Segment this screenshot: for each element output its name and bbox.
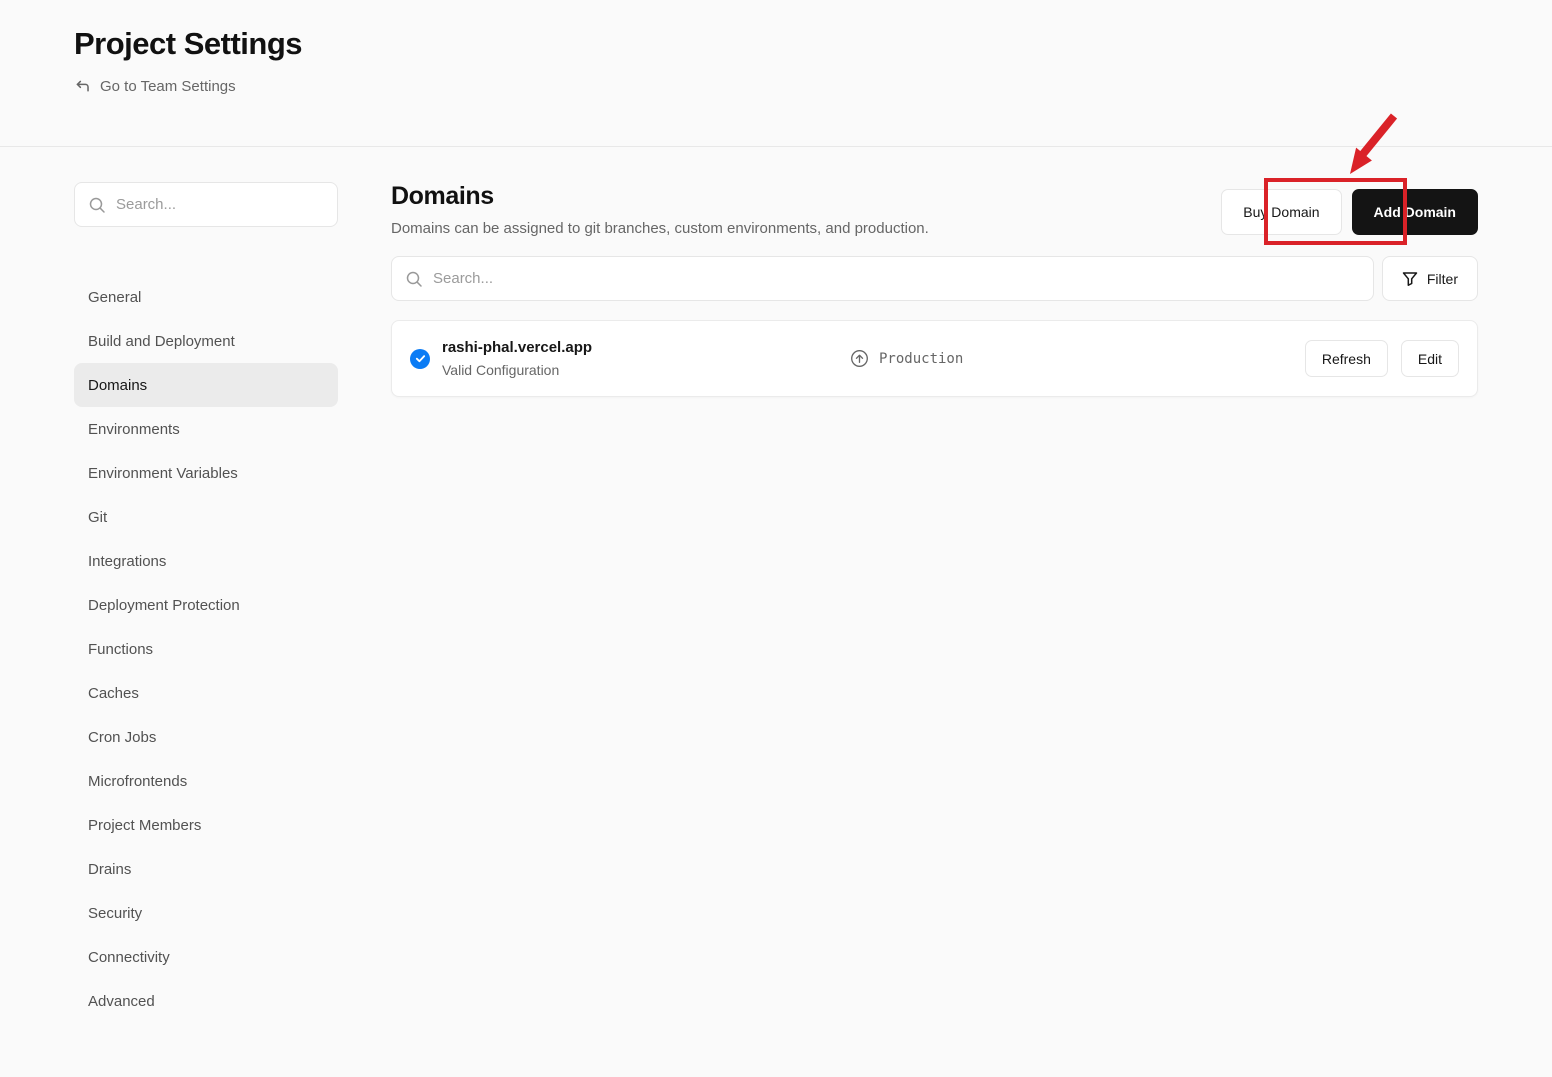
sidebar-item-domains[interactable]: Domains (74, 363, 338, 407)
sidebar-item-project-members[interactable]: Project Members (74, 803, 338, 847)
sidebar-item-integrations[interactable]: Integrations (74, 539, 338, 583)
funnel-icon (1402, 271, 1418, 287)
page-header: Project Settings Go to Team Settings (0, 0, 1552, 147)
domains-section: Domains Domains can be assigned to git b… (391, 182, 1478, 1023)
domain-row-actions: Refresh Edit (1304, 340, 1459, 377)
corner-up-left-icon (74, 78, 91, 95)
sidebar-item-caches[interactable]: Caches (74, 671, 338, 715)
domains-header-actions: Buy Domain Add Domain (1221, 189, 1478, 235)
domains-toolbar: Filter (391, 256, 1478, 301)
sidebar-item-microfrontends[interactable]: Microfrontends (74, 759, 338, 803)
sidebar-item-git[interactable]: Git (74, 495, 338, 539)
add-domain-button[interactable]: Add Domain (1351, 189, 1478, 235)
search-icon (405, 270, 423, 288)
arrow-up-circle-icon (850, 349, 869, 368)
sidebar-item-environments[interactable]: Environments (74, 407, 338, 451)
domains-header: Domains Domains can be assigned to git b… (391, 182, 1478, 237)
environment-label: Production (879, 350, 964, 367)
sidebar-item-connectivity[interactable]: Connectivity (74, 935, 338, 979)
settings-sidebar: General Build and Deployment Domains Env… (74, 182, 338, 1023)
sidebar-search-input[interactable] (116, 196, 324, 213)
domain-row: rashi-phal.vercel.app Valid Configuratio… (392, 321, 1477, 396)
sidebar-item-cron-jobs[interactable]: Cron Jobs (74, 715, 338, 759)
go-to-team-settings-link[interactable]: Go to Team Settings (74, 78, 236, 95)
sidebar-item-general[interactable]: General (74, 275, 338, 319)
edit-button[interactable]: Edit (1400, 340, 1459, 377)
buy-domain-button[interactable]: Buy Domain (1221, 189, 1342, 235)
domain-status: Valid Configuration (442, 362, 560, 378)
sidebar-item-drains[interactable]: Drains (74, 847, 338, 891)
page-title: Project Settings (74, 26, 303, 61)
sidebar-item-environment-variables[interactable]: Environment Variables (74, 451, 338, 495)
environment-badge: Production (850, 349, 963, 368)
section-title: Domains (391, 182, 494, 210)
domains-search[interactable] (391, 256, 1374, 301)
sidebar-item-functions[interactable]: Functions (74, 627, 338, 671)
sidebar-nav: General Build and Deployment Domains Env… (74, 275, 338, 1023)
filter-button-label: Filter (1426, 270, 1458, 287)
sidebar-item-deployment-protection[interactable]: Deployment Protection (74, 583, 338, 627)
sidebar-item-build-and-deployment[interactable]: Build and Deployment (74, 319, 338, 363)
domain-info: rashi-phal.vercel.app Valid Configuratio… (442, 339, 850, 378)
domain-name[interactable]: rashi-phal.vercel.app (442, 339, 850, 356)
domain-card: rashi-phal.vercel.app Valid Configuratio… (391, 320, 1478, 397)
sidebar-search[interactable] (74, 182, 338, 227)
page-body: General Build and Deployment Domains Env… (0, 147, 1552, 1023)
valid-check-icon (410, 348, 430, 369)
domains-search-input[interactable] (433, 270, 1360, 287)
sidebar-item-advanced[interactable]: Advanced (74, 979, 338, 1023)
back-link-label: Go to Team Settings (100, 78, 236, 95)
filter-button[interactable]: Filter (1381, 256, 1478, 301)
sidebar-item-security[interactable]: Security (74, 891, 338, 935)
section-description: Domains can be assigned to git branches,… (391, 220, 929, 237)
search-icon (88, 196, 106, 214)
domains-titles: Domains Domains can be assigned to git b… (391, 182, 929, 237)
refresh-button[interactable]: Refresh (1304, 340, 1388, 377)
